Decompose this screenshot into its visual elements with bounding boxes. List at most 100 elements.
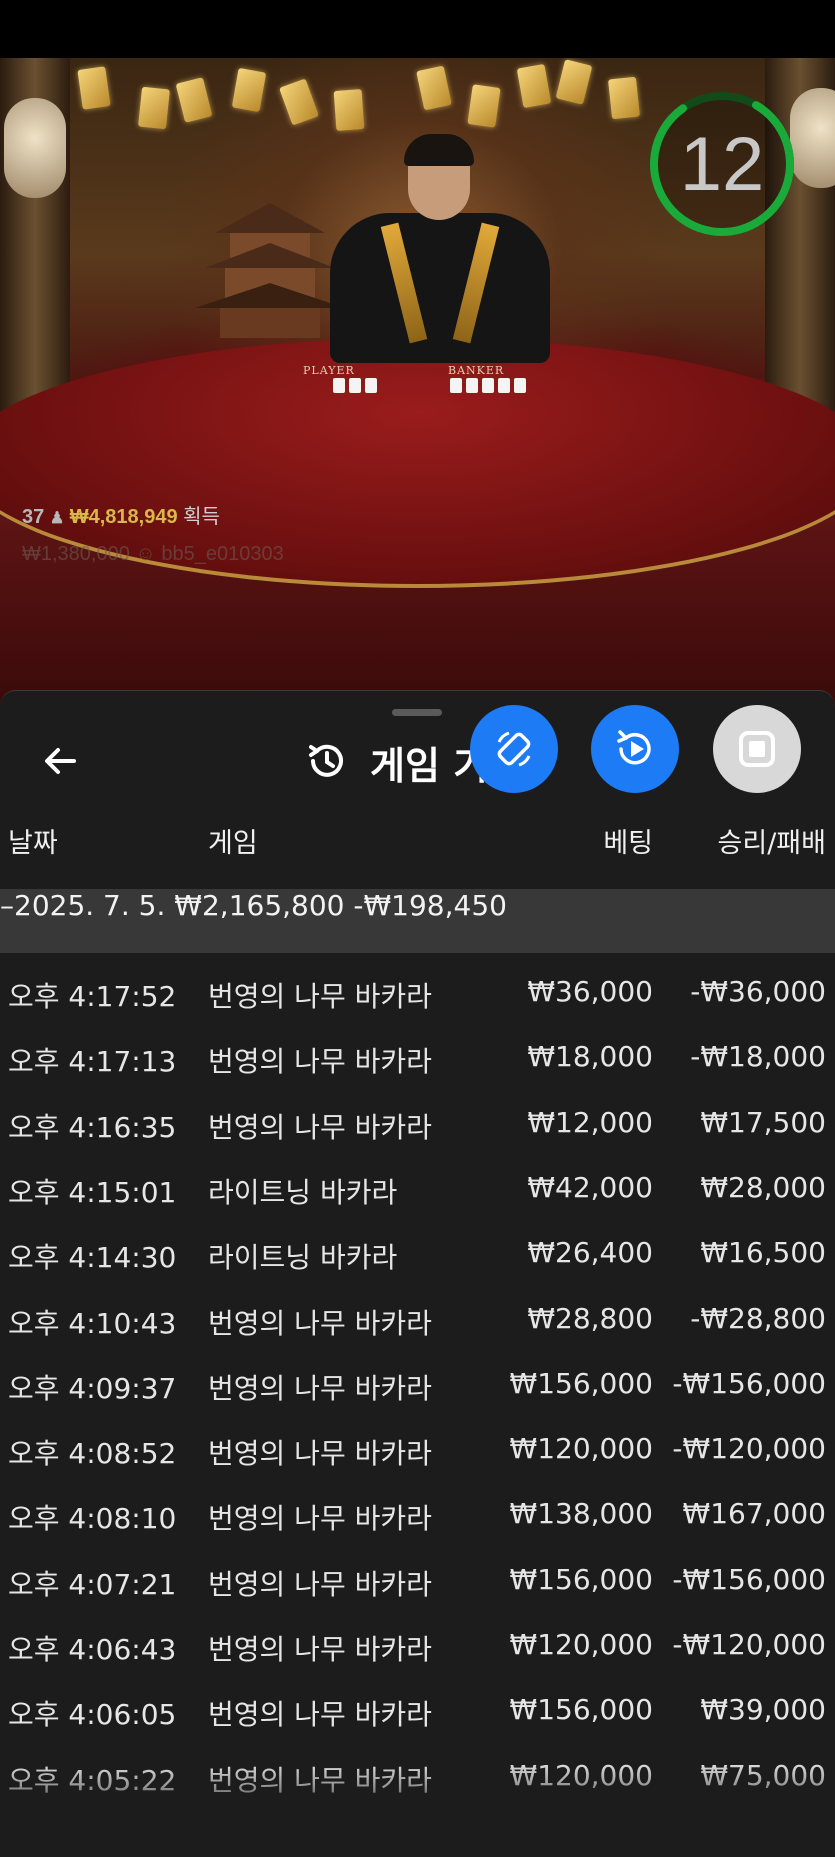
history-row[interactable]: 오후 4:05:22 번영의 나무 바카라 ₩120,000 ₩75,000 [0, 1745, 835, 1810]
history-row[interactable]: 오후 4:06:05 번영의 나무 바카라 ₩156,000 ₩39,000 [0, 1679, 835, 1744]
row-bet: ₩12,000 [527, 1105, 653, 1139]
row-result: -₩28,800 [690, 1301, 826, 1335]
status-bar [0, 0, 835, 58]
summary-date: –2025. 7. 5. [0, 889, 166, 922]
summary-result: -₩198,450 [353, 889, 507, 922]
stop-button[interactable] [713, 705, 801, 793]
row-result: -₩156,000 [672, 1366, 826, 1400]
drag-handle[interactable] [392, 709, 442, 716]
date-summary-row[interactable]: –2025. 7. 5. ₩2,165,800 -₩198,450 [0, 889, 835, 953]
dealer-hair [404, 134, 474, 166]
gold-card-decoration [467, 84, 501, 128]
row-result: ₩75,000 [700, 1758, 826, 1792]
history-row[interactable]: 오후 4:08:52 번영의 나무 바카라 ₩120,000 -₩120,000 [0, 1418, 835, 1483]
row-result: -₩36,000 [690, 975, 826, 1008]
winners-amount: ₩4,818,949 [69, 506, 178, 528]
replay-video-button[interactable] [591, 705, 679, 793]
header-result: 승리/패배 [717, 828, 826, 859]
row-time: 오후 4:17:52 [8, 980, 177, 1013]
row-game: 번영의 나무 바카라 [208, 1306, 432, 1340]
history-row[interactable]: 오후 4:17:52 번영의 나무 바카라 ₩36,000 -₩36,000 [0, 961, 835, 1026]
gold-card-decoration [279, 78, 319, 126]
row-game: 번영의 나무 바카라 [208, 1633, 432, 1666]
row-result: ₩17,500 [700, 1105, 826, 1139]
gold-card-decoration [416, 65, 452, 111]
row-bet: ₩36,000 [527, 975, 653, 1008]
dealer-body [330, 213, 550, 363]
row-bet: ₩28,800 [527, 1301, 653, 1335]
row-game: 번영의 나무 바카라 [208, 1371, 432, 1405]
row-bet: ₩42,000 [527, 1170, 653, 1204]
row-bet: ₩156,000 [509, 1366, 653, 1400]
pagoda-backdrop [195, 203, 345, 338]
player-label: PLAYER [303, 364, 355, 377]
countdown-timer: 12 [679, 121, 765, 207]
history-row[interactable]: 오후 4:07:21 번영의 나무 바카라 ₩156,000 -₩156,000 [0, 1549, 835, 1614]
row-bet: ₩120,000 [509, 1628, 653, 1661]
row-game: 번영의 나무 바카라 [208, 1437, 432, 1471]
row-time: 오후 4:14:30 [8, 1241, 177, 1275]
winners-count: 37 [22, 506, 45, 528]
history-row[interactable]: 오후 4:06:43 번영의 나무 바카라 ₩120,000 -₩120,000 [0, 1614, 835, 1679]
replay-icon [617, 730, 651, 765]
gold-card-decoration [516, 63, 552, 109]
gold-card-decoration [175, 77, 213, 123]
summary-bet: ₩2,165,800 [174, 889, 345, 922]
user-icon: ♟ [49, 510, 65, 527]
row-game: 번영의 나무 바카라 [208, 1698, 432, 1732]
gold-card-decoration [333, 89, 365, 131]
rotate-screen-button[interactable] [470, 705, 558, 793]
row-game: 번영의 나무 바카라 [208, 1763, 432, 1797]
row-result: ₩167,000 [682, 1497, 826, 1531]
row-time: 오후 4:07:21 [8, 1567, 177, 1601]
history-icon [309, 744, 343, 777]
history-row[interactable]: 오후 4:15:01 라이트닝 바카라 ₩42,000 ₩28,000 [0, 1157, 835, 1222]
row-game: 번영의 나무 바카라 [208, 1502, 432, 1536]
winners-info: 37 ♟ ₩4,818,949 획득 [22, 500, 220, 529]
stop-icon [739, 731, 775, 767]
row-result: -₩18,000 [690, 1040, 826, 1074]
history-row[interactable]: 오후 4:09:37 번영의 나무 바카라 ₩156,000 -₩156,000 [0, 1353, 835, 1418]
row-bet: ₩156,000 [509, 1562, 653, 1596]
row-bet: ₩156,000 [509, 1693, 653, 1727]
row-result: -₩120,000 [672, 1432, 826, 1466]
gold-card-decoration [555, 59, 593, 105]
row-result: -₩156,000 [672, 1562, 826, 1596]
header-game: 게임 [208, 828, 258, 859]
player-card [333, 378, 345, 393]
row-game: 라이트닝 바카라 [208, 1241, 398, 1275]
history-row[interactable]: 오후 4:14:30 라이트닝 바카라 ₩26,400 ₩16,500 [0, 1222, 835, 1287]
row-game: 번영의 나무 바카라 [208, 1045, 432, 1079]
row-result: ₩39,000 [700, 1693, 826, 1727]
rotate-icon [497, 731, 531, 767]
game-history-panel: 게임 기 날짜 게임 베팅 승리/패배 –2025. 7. 5. ₩2,165,… [0, 690, 835, 1857]
banker-card [498, 378, 510, 393]
row-result: ₩28,000 [700, 1170, 826, 1204]
row-time: 오후 4:10:43 [8, 1306, 177, 1340]
gold-card-decoration [231, 67, 267, 113]
history-row[interactable]: 오후 4:10:43 번영의 나무 바카라 ₩28,800 -₩28,800 [0, 1288, 835, 1353]
row-time: 오후 4:15:01 [8, 1175, 177, 1209]
winners-label: 획득 [183, 506, 220, 528]
history-row[interactable]: 오후 4:16:35 번영의 나무 바카라 ₩12,000 ₩17,500 [0, 1092, 835, 1157]
row-time: 오후 4:08:10 [8, 1502, 177, 1536]
row-bet: ₩120,000 [509, 1758, 653, 1792]
lantern-left [4, 98, 66, 198]
row-time: 오후 4:08:52 [8, 1437, 177, 1471]
banker-card [466, 378, 478, 393]
table-header: 날짜 게임 베팅 승리/패배 [0, 821, 835, 871]
row-bet: ₩138,000 [509, 1497, 653, 1531]
row-time: 오후 4:16:35 [8, 1110, 177, 1144]
banker-card [450, 378, 462, 393]
gold-card-decoration [607, 76, 641, 120]
row-game: 번영의 나무 바카라 [208, 980, 432, 1013]
arrow-left-icon[interactable] [38, 739, 82, 783]
player-card [365, 378, 377, 393]
history-row[interactable]: 오후 4:17:13 번영의 나무 바카라 ₩18,000 -₩18,000 [0, 1026, 835, 1091]
header-bet: 베팅 [603, 828, 653, 859]
row-bet: ₩26,400 [527, 1236, 653, 1270]
row-bet: ₩18,000 [527, 1040, 653, 1074]
live-video: PLAYER BANKER 12 37 ♟ ₩4,818,949 획득 ₩1,3… [0, 58, 835, 708]
history-row[interactable]: 오후 4:08:10 번영의 나무 바카라 ₩138,000 ₩167,000 [0, 1483, 835, 1548]
header-date: 날짜 [8, 828, 58, 859]
